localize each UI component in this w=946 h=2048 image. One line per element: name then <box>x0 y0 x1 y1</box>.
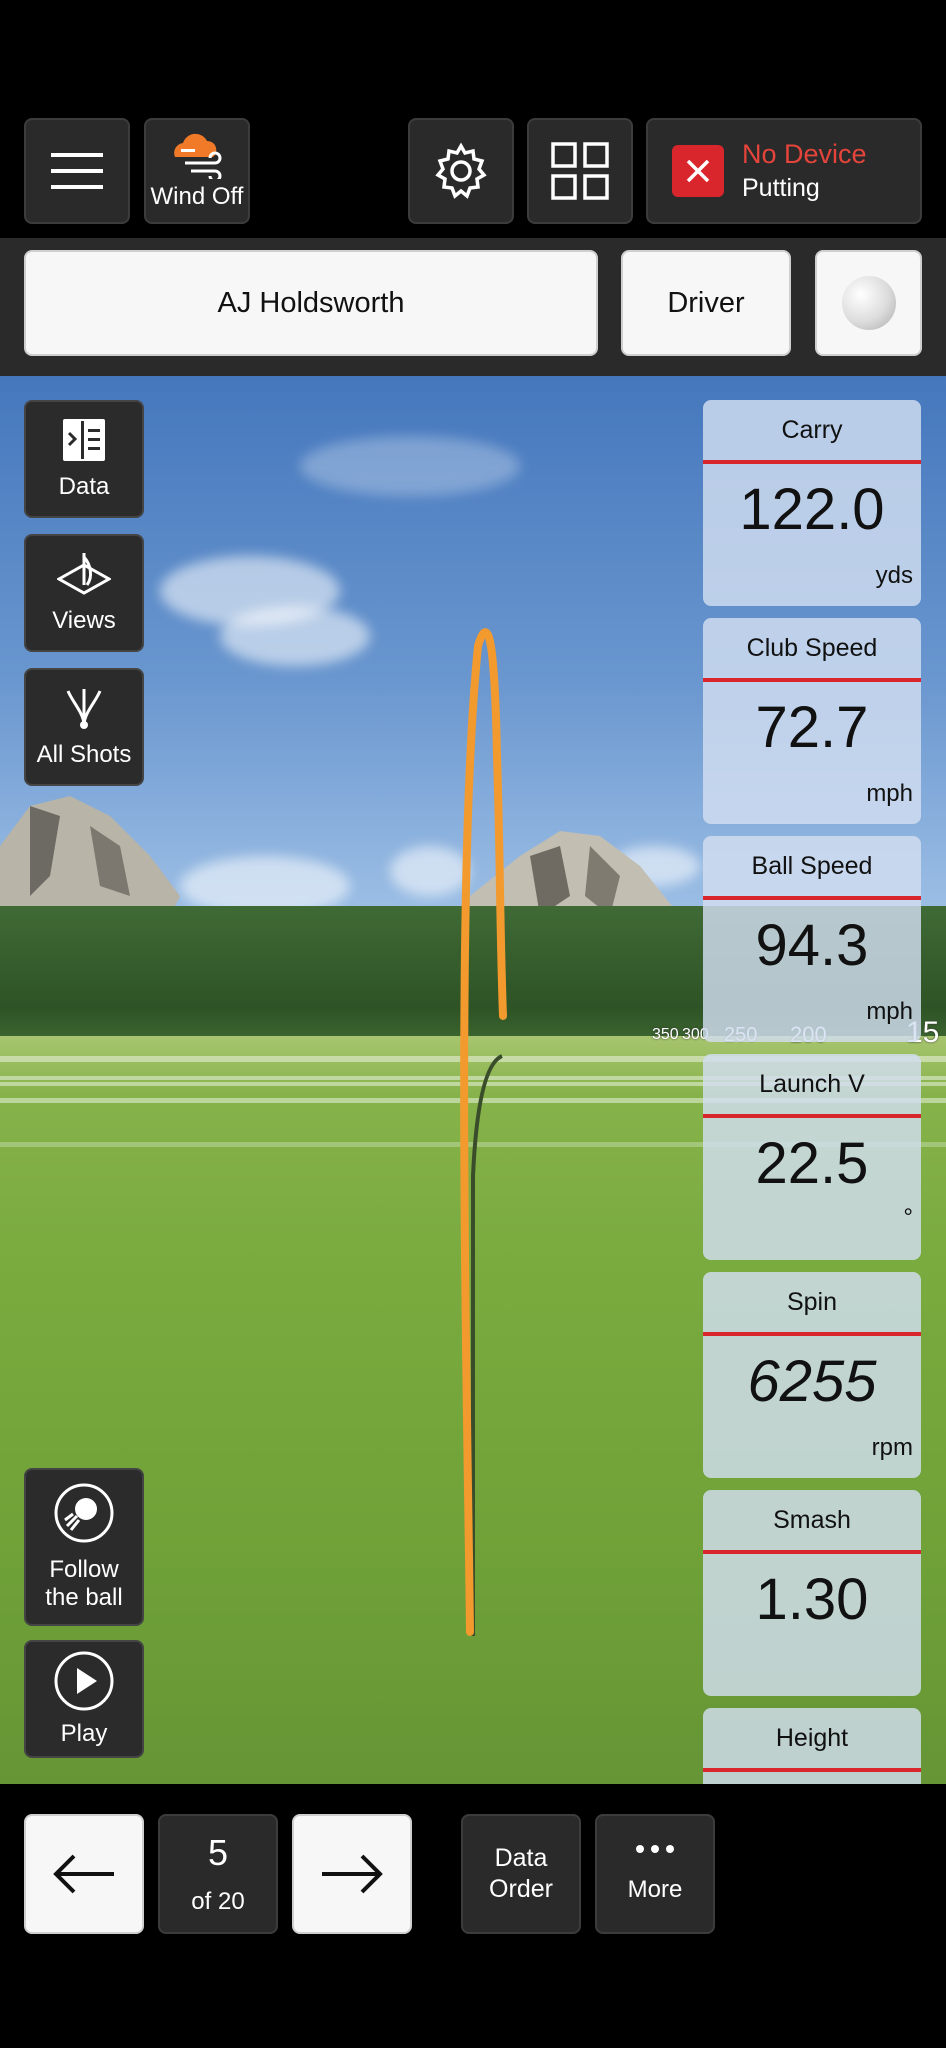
metric-unit: rpm <box>871 1434 913 1461</box>
wind-label: Wind Off <box>150 183 244 210</box>
player-name-button[interactable]: AJ Holdsworth <box>24 250 598 356</box>
follow-label-line1: Follow <box>49 1556 119 1583</box>
shot-counter: 5 of 20 <box>158 1814 278 1934</box>
layout-button[interactable] <box>527 118 633 224</box>
metric-tile-spin[interactable]: Spin 6255 rpm <box>703 1272 921 1478</box>
metric-value: 22.5 <box>755 1131 869 1196</box>
range-scene: 350 300 250 200 15 Data Views All Shots <box>0 376 946 1784</box>
metric-label: Carry <box>703 400 921 464</box>
ellipsis-icon <box>636 1845 674 1853</box>
metric-value: 6255 <box>747 1349 877 1414</box>
distance-marker: 350 <box>652 1026 679 1043</box>
metric-unit: ° <box>903 1204 913 1231</box>
bottom-bar: 5 of 20 Data Order More <box>0 1784 946 2048</box>
metric-tile-carry[interactable]: Carry 122.0 yds <box>703 400 921 606</box>
metric-unit: mph <box>866 780 913 807</box>
club-button[interactable]: Driver <box>621 250 791 356</box>
metric-tile-club-speed[interactable]: Club Speed 72.7 mph <box>703 618 921 824</box>
follow-ball-button[interactable]: Follow the ball <box>24 1468 144 1626</box>
data-order-button[interactable]: Data Order <box>461 1814 581 1934</box>
ball-flight-path <box>460 628 507 1636</box>
metric-unit: mph <box>866 998 913 1025</box>
arrow-right-icon <box>322 1854 383 1894</box>
follow-label-line2: the ball <box>45 1584 123 1611</box>
metric-tile-ball-speed[interactable]: Ball Speed 94.3 mph <box>703 836 921 1042</box>
metric-tile-height[interactable]: Height <box>703 1708 921 1784</box>
previous-shot-button[interactable] <box>24 1814 144 1934</box>
shots-fan-icon <box>66 689 102 729</box>
more-label: More <box>627 1876 683 1903</box>
views-icon <box>57 553 111 595</box>
metric-value: 122.0 <box>739 477 885 542</box>
metric-unit: yds <box>875 562 913 589</box>
shot-total: of 20 <box>191 1888 245 1915</box>
device-error-icon <box>672 145 724 197</box>
top-bar: Wind Off No Device Putting <box>0 0 946 238</box>
settings-button[interactable] <box>408 118 514 224</box>
device-status-text: No Device <box>742 139 867 170</box>
more-button[interactable]: More <box>595 1814 715 1934</box>
wind-icon <box>174 133 222 179</box>
gear-icon <box>435 142 487 199</box>
data-label: Data <box>58 473 110 500</box>
hamburger-icon <box>51 153 103 189</box>
ground-trace <box>471 1054 503 1636</box>
metric-label: Ball Speed <box>703 836 921 900</box>
next-shot-button[interactable] <box>292 1814 412 1934</box>
player-bar: AJ Holdsworth Driver <box>0 238 946 376</box>
metric-tile-smash[interactable]: Smash 1.30 <box>703 1490 921 1696</box>
metric-tile-launch-v[interactable]: Launch V 22.5 ° <box>703 1054 921 1260</box>
metric-label: Smash <box>703 1490 921 1554</box>
views-label: Views <box>52 607 116 634</box>
metric-value: 72.7 <box>755 695 869 760</box>
golf-ball-icon <box>841 276 896 330</box>
metric-label: Height <box>703 1708 921 1772</box>
follow-ball-icon <box>54 1483 114 1543</box>
metric-label: Launch V <box>703 1054 921 1118</box>
metric-label: Spin <box>703 1272 921 1336</box>
views-button[interactable]: Views <box>24 534 144 652</box>
play-label: Play <box>60 1720 108 1747</box>
play-icon <box>54 1651 114 1711</box>
ball-button[interactable] <box>815 250 922 356</box>
device-status-button[interactable]: No Device Putting <box>646 118 922 224</box>
shot-number: 5 <box>207 1832 229 1873</box>
metric-value: 1.30 <box>755 1567 869 1632</box>
all-shots-label: All Shots <box>36 741 132 768</box>
metric-label: Club Speed <box>703 618 921 682</box>
data-order-line1: Data <box>494 1843 548 1872</box>
player-name: AJ Holdsworth <box>217 286 405 319</box>
arrow-left-icon <box>53 1854 114 1894</box>
club-name: Driver <box>667 286 745 319</box>
metric-value: 94.3 <box>755 913 869 978</box>
data-button[interactable]: Data <box>24 400 144 518</box>
grid-icon <box>551 142 609 200</box>
data-order-line2: Order <box>489 1875 553 1903</box>
menu-button[interactable] <box>24 118 130 224</box>
device-mode-text: Putting <box>742 174 820 203</box>
data-panel-icon <box>63 419 105 461</box>
play-button[interactable]: Play <box>24 1640 144 1758</box>
all-shots-button[interactable]: All Shots <box>24 668 144 786</box>
wind-button[interactable]: Wind Off <box>144 118 250 224</box>
